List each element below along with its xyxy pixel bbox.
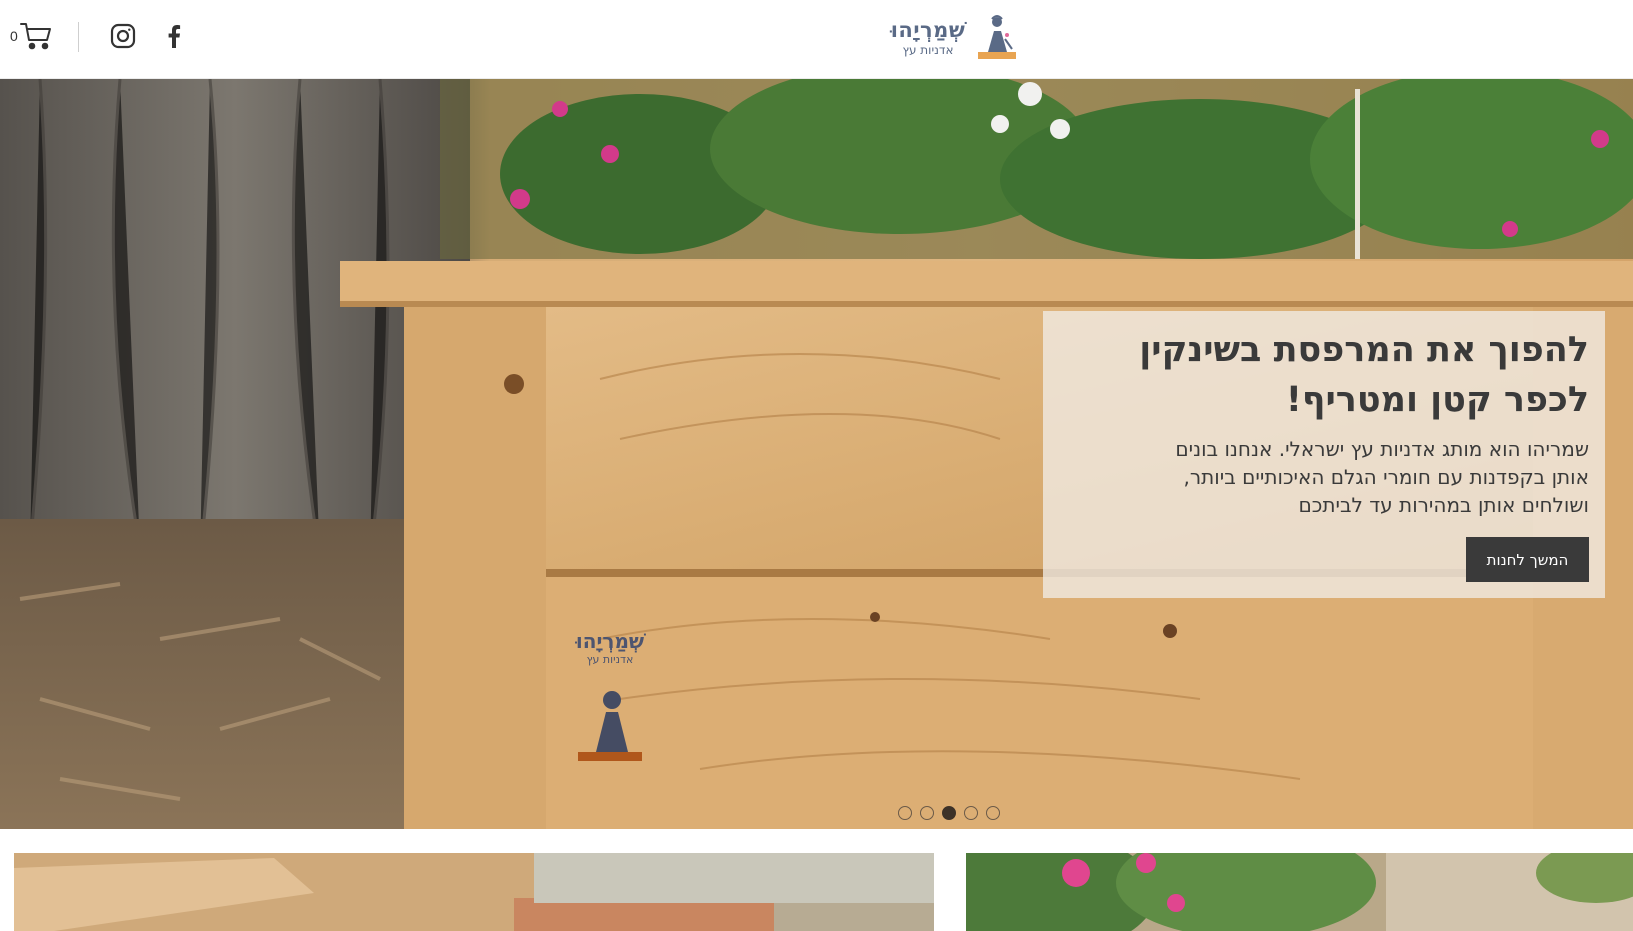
hero-title: להפוך את המרפסת בשינקין לכפר קטן ומטריף!	[1063, 325, 1589, 425]
logo-name: שְׁמַרְיָהוּ	[890, 18, 966, 42]
slider-dots	[898, 806, 1000, 820]
slider-dot-5[interactable]	[986, 806, 1000, 820]
logo-text: שְׁמַרְיָהוּ אדניות עץ	[882, 18, 974, 58]
instagram-icon	[110, 23, 136, 53]
category-tile-right-image	[966, 853, 1633, 931]
category-tile-left-image	[14, 853, 934, 931]
facebook-link[interactable]	[160, 24, 188, 52]
planter-logo-subtitle: אדניות עץ	[586, 653, 634, 666]
facebook-icon	[167, 24, 181, 52]
hero-title-line-1: להפוך את המרפסת בשינקין	[1139, 330, 1589, 370]
planter-logo: שְׁמַרְיָהוּ אדניות עץ	[560, 629, 660, 779]
continue-shopping-button[interactable]: המשך לחנות	[1466, 537, 1589, 582]
site-logo[interactable]: שְׁמַרְיָהוּ אדניות עץ	[882, 10, 1018, 66]
hero-description: שמריהו הוא מותג אדניות עץ ישראלי. אנחנו …	[1063, 435, 1589, 519]
header-divider	[78, 22, 79, 52]
hero-desc-line-1: שמריהו הוא מותג אדניות עץ ישראלי. אנחנו …	[1175, 437, 1589, 461]
slider-dot-1[interactable]	[898, 806, 912, 820]
planter-logo-name: שְׁמַרְיָהוּ	[575, 629, 645, 653]
hero-desc-line-3: ושולחים אותן במהירות עד לביתכם	[1298, 493, 1590, 517]
cart-button[interactable]: 0	[10, 20, 52, 56]
slider-dot-3[interactable]	[942, 806, 956, 820]
planter-figure-icon	[570, 666, 650, 770]
category-tile-left[interactable]	[14, 853, 934, 931]
category-tile-right[interactable]	[966, 853, 1633, 931]
cart-count: 0	[10, 28, 18, 44]
hero-desc-line-2: אותן בקפדנות עם חומרי הגלם האיכותיים ביו…	[1183, 465, 1590, 489]
site-header: 0 שְׁמַרְיָהוּ אדניות עץ	[0, 0, 1633, 79]
hero-overlay: להפוך את המרפסת בשינקין לכפר קטן ומטריף!…	[1043, 311, 1605, 598]
slider-dot-4[interactable]	[964, 806, 978, 820]
logo-subtitle: אדניות עץ	[902, 43, 954, 57]
cart-icon	[19, 21, 52, 55]
hero-title-line-2: לכפר קטן ומטריף!	[1285, 380, 1589, 420]
instagram-link[interactable]	[109, 23, 137, 53]
slider-dot-2[interactable]	[920, 806, 934, 820]
hero-slider: שְׁמַרְיָהוּ אדניות עץ להפוך את המרפסת ב…	[0, 79, 1633, 829]
gardener-figure-icon	[974, 9, 1018, 67]
